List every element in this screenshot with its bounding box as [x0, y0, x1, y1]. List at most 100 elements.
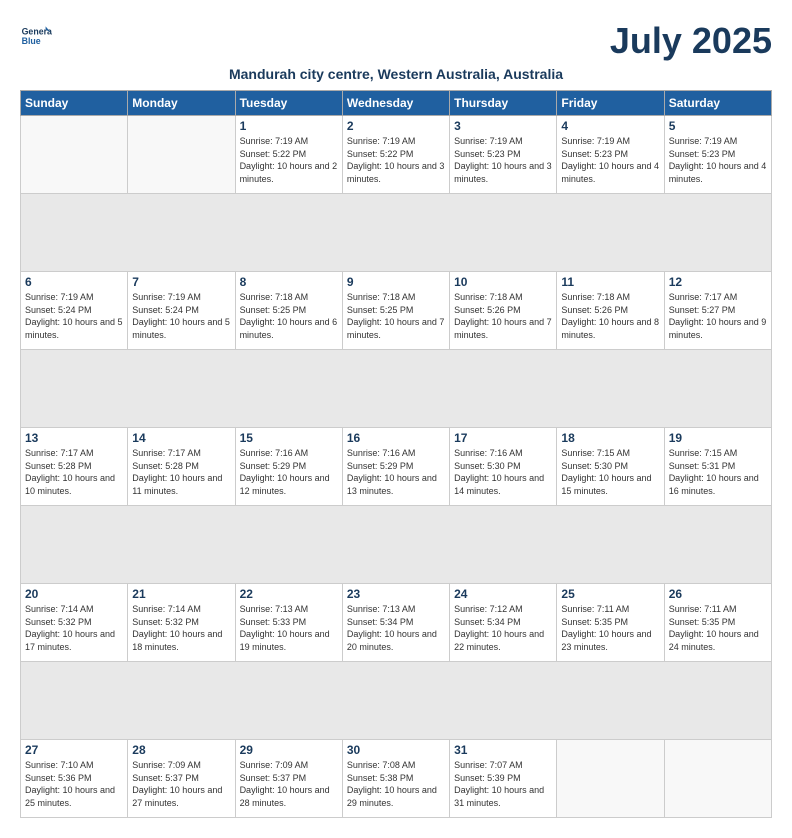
- logo: General Blue: [20, 20, 56, 52]
- day-number: 4: [561, 119, 659, 133]
- day-of-week-header: Sunday: [21, 91, 128, 116]
- day-info: Sunrise: 7:10 AM Sunset: 5:36 PM Dayligh…: [25, 759, 123, 809]
- week-separator: [21, 662, 772, 740]
- day-info: Sunrise: 7:18 AM Sunset: 5:25 PM Dayligh…: [240, 291, 338, 341]
- day-info: Sunrise: 7:13 AM Sunset: 5:33 PM Dayligh…: [240, 603, 338, 653]
- week-separator: [21, 506, 772, 584]
- calendar-cell: 8 Sunrise: 7:18 AM Sunset: 5:25 PM Daylig…: [235, 272, 342, 350]
- calendar-cell: 29 Sunrise: 7:09 AM Sunset: 5:37 PM Dayli…: [235, 740, 342, 818]
- day-number: 13: [25, 431, 123, 445]
- day-info: Sunrise: 7:13 AM Sunset: 5:34 PM Dayligh…: [347, 603, 445, 653]
- day-number: 2: [347, 119, 445, 133]
- day-number: 22: [240, 587, 338, 601]
- day-number: 28: [132, 743, 230, 757]
- calendar-cell: 20 Sunrise: 7:14 AM Sunset: 5:32 PM Dayli…: [21, 584, 128, 662]
- day-info: Sunrise: 7:11 AM Sunset: 5:35 PM Dayligh…: [669, 603, 767, 653]
- day-info: Sunrise: 7:15 AM Sunset: 5:30 PM Dayligh…: [561, 447, 659, 497]
- day-number: 10: [454, 275, 552, 289]
- calendar-cell: 5 Sunrise: 7:19 AM Sunset: 5:23 PM Daylig…: [664, 116, 771, 194]
- day-info: Sunrise: 7:14 AM Sunset: 5:32 PM Dayligh…: [132, 603, 230, 653]
- calendar-cell: [128, 116, 235, 194]
- calendar-cell: 21 Sunrise: 7:14 AM Sunset: 5:32 PM Dayli…: [128, 584, 235, 662]
- day-info: Sunrise: 7:17 AM Sunset: 5:27 PM Dayligh…: [669, 291, 767, 341]
- day-of-week-header: Thursday: [450, 91, 557, 116]
- day-number: 20: [25, 587, 123, 601]
- calendar-cell: 31 Sunrise: 7:07 AM Sunset: 5:39 PM Dayli…: [450, 740, 557, 818]
- day-number: 14: [132, 431, 230, 445]
- day-number: 5: [669, 119, 767, 133]
- day-number: 21: [132, 587, 230, 601]
- calendar: SundayMondayTuesdayWednesdayThursdayFrid…: [20, 90, 772, 818]
- day-number: 25: [561, 587, 659, 601]
- day-info: Sunrise: 7:18 AM Sunset: 5:26 PM Dayligh…: [561, 291, 659, 341]
- day-number: 18: [561, 431, 659, 445]
- logo-icon: General Blue: [20, 20, 52, 52]
- day-info: Sunrise: 7:16 AM Sunset: 5:29 PM Dayligh…: [240, 447, 338, 497]
- day-number: 7: [132, 275, 230, 289]
- week-separator: [21, 350, 772, 428]
- calendar-cell: 19 Sunrise: 7:15 AM Sunset: 5:31 PM Dayli…: [664, 428, 771, 506]
- day-of-week-header: Monday: [128, 91, 235, 116]
- day-number: 30: [347, 743, 445, 757]
- day-info: Sunrise: 7:09 AM Sunset: 5:37 PM Dayligh…: [240, 759, 338, 809]
- calendar-cell: 1Sunrise: 7:19 AM Sunset: 5:22 PM Daylig…: [235, 116, 342, 194]
- calendar-cell: 18 Sunrise: 7:15 AM Sunset: 5:30 PM Dayli…: [557, 428, 664, 506]
- day-info: Sunrise: 7:18 AM Sunset: 5:25 PM Dayligh…: [347, 291, 445, 341]
- calendar-cell: [557, 740, 664, 818]
- subtitle: Mandurah city centre, Western Australia,…: [20, 66, 772, 82]
- day-number: 17: [454, 431, 552, 445]
- calendar-cell: 6 Sunrise: 7:19 AM Sunset: 5:24 PM Daylig…: [21, 272, 128, 350]
- calendar-cell: 2Sunrise: 7:19 AM Sunset: 5:22 PM Daylig…: [342, 116, 449, 194]
- day-number: 19: [669, 431, 767, 445]
- day-info: Sunrise: 7:14 AM Sunset: 5:32 PM Dayligh…: [25, 603, 123, 653]
- calendar-cell: 24Sunrise: 7:12 AM Sunset: 5:34 PM Dayli…: [450, 584, 557, 662]
- day-info: Sunrise: 7:18 AM Sunset: 5:26 PM Dayligh…: [454, 291, 552, 341]
- calendar-cell: 4 Sunrise: 7:19 AM Sunset: 5:23 PM Daylig…: [557, 116, 664, 194]
- day-info: Sunrise: 7:16 AM Sunset: 5:30 PM Dayligh…: [454, 447, 552, 497]
- calendar-cell: 11 Sunrise: 7:18 AM Sunset: 5:26 PM Dayli…: [557, 272, 664, 350]
- day-info: Sunrise: 7:17 AM Sunset: 5:28 PM Dayligh…: [25, 447, 123, 497]
- day-number: 8: [240, 275, 338, 289]
- day-of-week-header: Tuesday: [235, 91, 342, 116]
- day-number: 12: [669, 275, 767, 289]
- day-info: Sunrise: 7:16 AM Sunset: 5:29 PM Dayligh…: [347, 447, 445, 497]
- day-info: Sunrise: 7:07 AM Sunset: 5:39 PM Dayligh…: [454, 759, 552, 809]
- calendar-cell: 3 Sunrise: 7:19 AM Sunset: 5:23 PM Daylig…: [450, 116, 557, 194]
- calendar-cell: 14 Sunrise: 7:17 AM Sunset: 5:28 PM Dayli…: [128, 428, 235, 506]
- day-number: 23: [347, 587, 445, 601]
- day-info: Sunrise: 7:15 AM Sunset: 5:31 PM Dayligh…: [669, 447, 767, 497]
- calendar-cell: 15 Sunrise: 7:16 AM Sunset: 5:29 PM Dayli…: [235, 428, 342, 506]
- svg-text:Blue: Blue: [22, 36, 41, 46]
- day-number: 26: [669, 587, 767, 601]
- calendar-cell: 22 Sunrise: 7:13 AM Sunset: 5:33 PM Dayli…: [235, 584, 342, 662]
- day-info: Sunrise: 7:19 AM Sunset: 5:23 PM Dayligh…: [669, 135, 767, 185]
- day-info: Sunrise: 7:19 AM Sunset: 5:22 PM Dayligh…: [240, 135, 338, 185]
- calendar-cell: 10 Sunrise: 7:18 AM Sunset: 5:26 PM Dayli…: [450, 272, 557, 350]
- svg-text:General: General: [22, 26, 52, 36]
- calendar-cell: 9Sunrise: 7:18 AM Sunset: 5:25 PM Daylig…: [342, 272, 449, 350]
- day-info: Sunrise: 7:19 AM Sunset: 5:24 PM Dayligh…: [25, 291, 123, 341]
- calendar-cell: 27 Sunrise: 7:10 AM Sunset: 5:36 PM Dayli…: [21, 740, 128, 818]
- calendar-cell: 13 Sunrise: 7:17 AM Sunset: 5:28 PM Dayli…: [21, 428, 128, 506]
- day-number: 11: [561, 275, 659, 289]
- day-info: Sunrise: 7:17 AM Sunset: 5:28 PM Dayligh…: [132, 447, 230, 497]
- calendar-cell: [21, 116, 128, 194]
- day-number: 15: [240, 431, 338, 445]
- calendar-cell: 25Sunrise: 7:11 AM Sunset: 5:35 PM Dayli…: [557, 584, 664, 662]
- calendar-cell: 26 Sunrise: 7:11 AM Sunset: 5:35 PM Dayli…: [664, 584, 771, 662]
- day-number: 29: [240, 743, 338, 757]
- calendar-cell: 12 Sunrise: 7:17 AM Sunset: 5:27 PM Dayli…: [664, 272, 771, 350]
- day-number: 27: [25, 743, 123, 757]
- day-number: 6: [25, 275, 123, 289]
- day-info: Sunrise: 7:19 AM Sunset: 5:23 PM Dayligh…: [561, 135, 659, 185]
- month-title: July 2025: [610, 20, 772, 62]
- calendar-cell: 7 Sunrise: 7:19 AM Sunset: 5:24 PM Daylig…: [128, 272, 235, 350]
- calendar-cell: 30Sunrise: 7:08 AM Sunset: 5:38 PM Dayli…: [342, 740, 449, 818]
- day-number: 31: [454, 743, 552, 757]
- calendar-cell: [664, 740, 771, 818]
- day-info: Sunrise: 7:19 AM Sunset: 5:23 PM Dayligh…: [454, 135, 552, 185]
- day-of-week-header: Saturday: [664, 91, 771, 116]
- day-info: Sunrise: 7:19 AM Sunset: 5:24 PM Dayligh…: [132, 291, 230, 341]
- day-number: 24: [454, 587, 552, 601]
- day-number: 3: [454, 119, 552, 133]
